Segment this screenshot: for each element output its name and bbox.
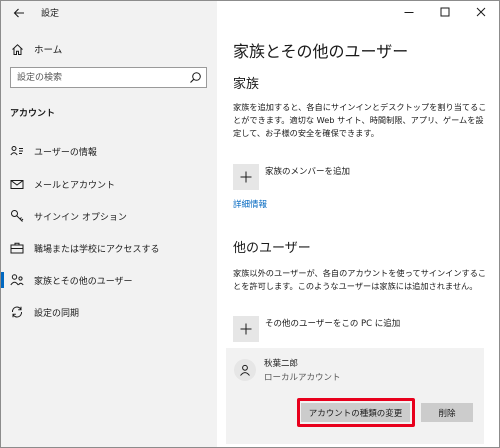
sidebar: 設定 ホーム アカウント	[1, 1, 217, 447]
sidebar-item-email-accounts[interactable]: メールとアカウント	[1, 171, 217, 197]
maximize-button[interactable]	[427, 1, 463, 23]
sync-icon	[9, 304, 25, 320]
user-account-type: ローカルアカウント	[264, 373, 341, 383]
settings-window: 設定 ホーム アカウント	[0, 0, 500, 448]
settings-search-box[interactable]	[10, 67, 207, 88]
add-family-member-label: 家族のメンバーを追加	[265, 167, 351, 177]
sidebar-item-your-info[interactable]: ユーザーの情報	[1, 138, 217, 164]
home-nav-item[interactable]: ホーム	[9, 39, 62, 59]
add-other-user-label: その他のユーザーをこの PC に追加	[265, 319, 401, 329]
sidebar-item-label: メールとアカウント	[34, 180, 116, 191]
window-controls	[391, 1, 499, 23]
sidebar-section-label: アカウント	[10, 109, 56, 119]
home-icon	[9, 41, 25, 57]
user-card[interactable]: 秋葉二郎 ローカルアカウント	[226, 348, 484, 444]
family-heading: 家族	[233, 77, 260, 92]
person-icon	[240, 364, 250, 376]
sidebar-item-sync-settings[interactable]: 設定の同期	[1, 299, 217, 325]
more-info-link[interactable]: 詳細情報	[233, 198, 267, 210]
back-button[interactable]	[9, 5, 29, 21]
minimize-button[interactable]	[391, 1, 427, 23]
avatar	[234, 359, 256, 381]
sidebar-item-label: 家族とその他のユーザー	[34, 276, 133, 287]
highlight-frame	[297, 398, 415, 427]
briefcase-icon	[9, 240, 25, 256]
sidebar-item-access-work-school[interactable]: 職場または学校にアクセスする	[1, 235, 217, 261]
maximize-icon	[440, 7, 450, 17]
app-title: 設定	[41, 9, 60, 19]
add-other-user-button[interactable]: その他のユーザーをこの PC に追加	[233, 316, 400, 342]
back-arrow-icon	[13, 8, 24, 18]
plus-icon	[233, 164, 259, 190]
other-users-heading: 他のユーザー	[233, 241, 311, 256]
close-button[interactable]	[463, 1, 499, 23]
minimize-icon	[404, 12, 414, 13]
search-icon[interactable]	[189, 71, 202, 84]
sidebar-item-family-other-users[interactable]: 家族とその他のユーザー	[1, 267, 217, 293]
mail-icon	[9, 176, 25, 192]
add-family-member-button[interactable]: 家族のメンバーを追加	[233, 164, 350, 190]
plus-icon	[233, 316, 259, 342]
key-icon	[9, 208, 25, 224]
family-description: 家族を追加すると、各自にサインインとデスクトップを割り当てることができます。適切…	[233, 102, 487, 138]
user-name: 秋葉二郎	[264, 359, 299, 369]
settings-search-input[interactable]	[11, 68, 187, 87]
sidebar-item-label: サインイン オプション	[34, 212, 127, 223]
delete-user-button[interactable]: 削除	[421, 403, 473, 422]
sidebar-item-sign-in-options[interactable]: サインイン オプション	[1, 203, 217, 229]
sidebar-item-label: 設定の同期	[34, 308, 80, 319]
close-icon	[476, 7, 486, 17]
page-title: 家族とその他のユーザー	[233, 42, 409, 61]
home-label: ホーム	[34, 45, 63, 56]
sidebar-item-label: ユーザーの情報	[34, 147, 97, 158]
user-info-icon	[9, 143, 25, 159]
sidebar-item-label: 職場または学校にアクセスする	[34, 244, 160, 255]
other-users-description: 家族以外のユーザーが、各自のアカウントを使ってサインインすることを許可します。こ…	[233, 268, 487, 291]
family-icon	[9, 272, 25, 288]
